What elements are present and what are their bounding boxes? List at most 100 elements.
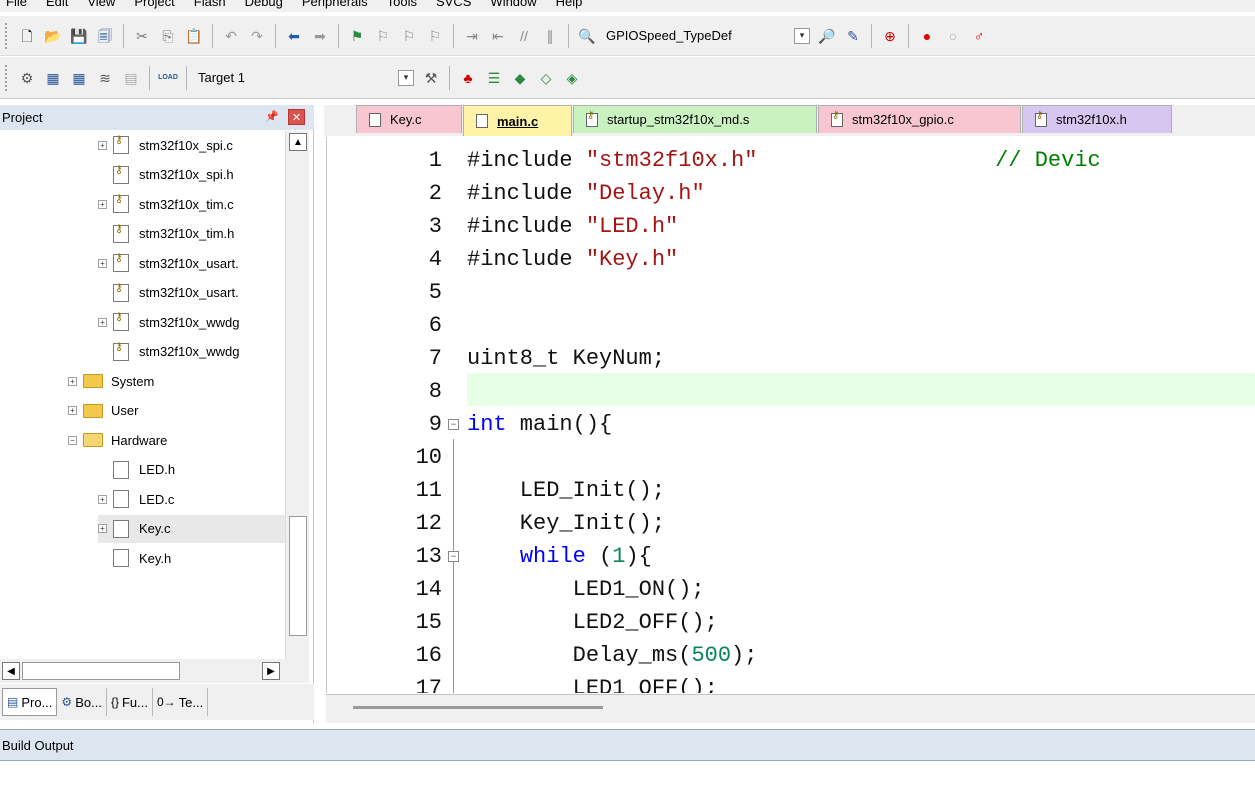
- breakpoint-icon[interactable]: ●: [916, 25, 938, 47]
- tab-startup-stm32f10x-md-s[interactable]: startup_stm32f10x_md.s: [573, 105, 817, 133]
- scrollbar-thumb[interactable]: [353, 706, 603, 709]
- menu-item-peripherals[interactable]: Peripherals: [302, 0, 368, 9]
- fold-toggle-icon[interactable]: −: [448, 419, 459, 430]
- code-line[interactable]: uint8_t KeyNum;: [467, 342, 665, 375]
- tab-project[interactable]: ▤ Pro...: [2, 688, 58, 716]
- expand-icon[interactable]: +: [98, 199, 107, 209]
- menu-item-debug[interactable]: Debug: [245, 0, 283, 9]
- fold-toggle-icon[interactable]: −: [448, 551, 459, 562]
- build-icon[interactable]: ▦: [42, 67, 64, 89]
- code-line[interactable]: Key_Init();: [467, 507, 665, 540]
- scrollbar-thumb[interactable]: [22, 662, 180, 680]
- scroll-right-icon[interactable]: ▶: [262, 662, 280, 680]
- tab-books[interactable]: ⚙ Bo...: [57, 688, 107, 716]
- code-editor[interactable]: 1 2 3 4 5 6 7 8 9 10 11 12 13 14 15 16 17 − − #include "…: [326, 137, 1255, 693]
- tab-functions[interactable]: {} Fu...: [107, 688, 153, 716]
- expand-icon[interactable]: +: [98, 258, 107, 268]
- select-packs-icon[interactable]: ☰: [483, 67, 505, 89]
- redo-icon[interactable]: ↷: [246, 25, 268, 47]
- bookmark-icon[interactable]: ⚑: [346, 25, 368, 47]
- menu-item-view[interactable]: View: [87, 0, 115, 9]
- find-combo[interactable]: GPIOSpeed_TypeDef: [606, 28, 784, 43]
- menu-item-file[interactable]: File: [6, 0, 27, 9]
- tree-item[interactable]: + LED.c: [98, 485, 174, 513]
- tab-stm32f10x-gpio-c[interactable]: stm32f10x_gpio.c: [818, 105, 1021, 133]
- code-line[interactable]: Delay_ms(500);: [467, 639, 758, 672]
- uncomment-icon[interactable]: ∥: [539, 25, 561, 47]
- menu-item-window[interactable]: Window: [490, 0, 536, 9]
- tree-item[interactable]: + stm32f10x_usart.: [98, 249, 239, 277]
- expand-icon[interactable]: +: [98, 494, 107, 504]
- target-select[interactable]: Target 1: [198, 70, 388, 85]
- code-line[interactable]: LED1_ON();: [467, 573, 705, 606]
- tree-item[interactable]: + stm32f10x_tim.c: [98, 190, 234, 218]
- manage-project-items-icon[interactable]: ♣: [457, 67, 479, 89]
- project-horizontal-scrollbar[interactable]: ◀ ▶: [0, 659, 309, 683]
- tree-item[interactable]: Key.h: [98, 544, 171, 572]
- expand-icon[interactable]: +: [98, 140, 107, 150]
- unindent-icon[interactable]: ⇤: [487, 25, 509, 47]
- expand-icon[interactable]: +: [98, 317, 107, 327]
- code-line[interactable]: #include "LED.h": [467, 210, 678, 243]
- tab-main-c[interactable]: main.c: [463, 105, 572, 136]
- tree-item[interactable]: stm32f10x_spi.h: [98, 161, 234, 189]
- stop-build-icon[interactable]: ▤: [120, 67, 142, 89]
- translate-icon[interactable]: ⚙: [16, 67, 38, 89]
- find-in-files-icon[interactable]: 🔍: [576, 25, 598, 47]
- save-icon[interactable]: 💾: [68, 25, 90, 47]
- tree-item[interactable]: + Key.c: [98, 514, 285, 543]
- breakpoint-kill-icon[interactable]: ♂: [968, 25, 990, 47]
- bookmark-next-icon[interactable]: ⚐: [398, 25, 420, 47]
- code-line[interactable]: LED2_OFF();: [467, 606, 718, 639]
- rebuild-icon[interactable]: ▦: [68, 67, 90, 89]
- scroll-left-icon[interactable]: ◀: [2, 662, 20, 680]
- navigate-back-icon[interactable]: ⬅: [283, 25, 305, 47]
- toolbar-grip[interactable]: [4, 63, 8, 92]
- code-line[interactable]: #include "Key.h": [467, 243, 678, 276]
- tree-item[interactable]: + System: [68, 367, 154, 395]
- batch-build-icon[interactable]: ≋: [94, 67, 116, 89]
- save-all-icon[interactable]: 🗐: [94, 25, 116, 47]
- bookmark-clear-icon[interactable]: ⚐: [424, 25, 446, 47]
- tree-item[interactable]: + User: [68, 397, 138, 425]
- tab-key-c[interactable]: Key.c: [356, 105, 462, 133]
- navigate-forward-icon[interactable]: ➡: [309, 25, 331, 47]
- incremental-find-icon[interactable]: ✎: [842, 25, 864, 47]
- copy-icon[interactable]: ⎘: [157, 25, 179, 47]
- tree-item[interactable]: stm32f10x_wwdg: [98, 338, 239, 366]
- new-file-icon[interactable]: 🗋: [16, 25, 38, 47]
- breakpoint-disable-icon[interactable]: ○: [942, 25, 964, 47]
- tab-stm32f10x-h[interactable]: stm32f10x.h: [1022, 105, 1172, 133]
- menu-item-svcs[interactable]: SVCS: [436, 0, 471, 9]
- tree-item[interactable]: − Hardware: [68, 426, 167, 454]
- open-file-icon[interactable]: 📂: [42, 25, 64, 47]
- code-line[interactable]: int main(){: [467, 408, 612, 441]
- menu-item-flash[interactable]: Flash: [194, 0, 226, 9]
- tree-item[interactable]: LED.h: [98, 456, 175, 484]
- code-line[interactable]: #include "Delay.h": [467, 177, 705, 210]
- tree-item[interactable]: stm32f10x_tim.h: [98, 220, 234, 248]
- menu-item-help[interactable]: Help: [556, 0, 583, 9]
- find-icon[interactable]: 🔎: [816, 25, 838, 47]
- scroll-up-icon[interactable]: ▲: [289, 133, 307, 151]
- collapse-icon[interactable]: −: [68, 435, 77, 445]
- undo-icon[interactable]: ↶: [220, 25, 242, 47]
- menu-item-tools[interactable]: Tools: [387, 0, 417, 9]
- editor-horizontal-scrollbar[interactable]: [326, 694, 1255, 723]
- code-line[interactable]: LED_Init();: [467, 474, 665, 507]
- menu-item-project[interactable]: Project: [134, 0, 174, 9]
- pack-installer-icon[interactable]: ◇: [535, 67, 557, 89]
- chevron-down-icon[interactable]: ▾: [794, 27, 810, 44]
- options-for-target-icon[interactable]: ⚒: [420, 67, 442, 89]
- tree-item[interactable]: stm32f10x_usart.: [98, 279, 239, 307]
- project-vertical-scrollbar[interactable]: ▲ ▼: [285, 131, 309, 677]
- configure-icon[interactable]: ◈: [561, 67, 583, 89]
- toolbar-grip[interactable]: [4, 21, 8, 50]
- tree-item[interactable]: + stm32f10x_wwdg: [98, 308, 239, 336]
- paste-icon[interactable]: 📋: [183, 25, 205, 47]
- tab-templates[interactable]: 0→ Te...: [153, 688, 209, 716]
- code-line[interactable]: LED1_OFF();: [467, 672, 718, 693]
- code-line[interactable]: #include "stm32f10x.h" // Devic: [467, 144, 1101, 177]
- comment-icon[interactable]: //: [513, 25, 535, 47]
- expand-icon[interactable]: +: [98, 524, 107, 533]
